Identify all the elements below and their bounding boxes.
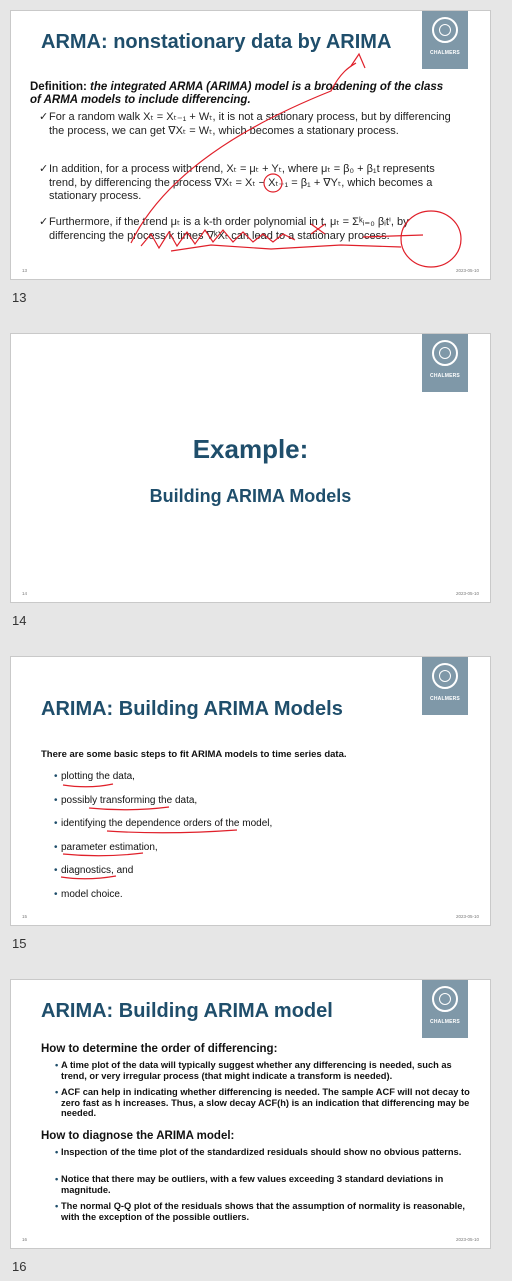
chalmers-logo: CHALMERS — [422, 11, 468, 69]
definition-body: the integrated ARMA (ARIMA) model is a b… — [30, 81, 444, 106]
bullet-dot-icon: • — [55, 1147, 59, 1157]
chalmers-seal-icon — [432, 986, 458, 1012]
slide-number-label: 14 — [12, 613, 27, 628]
bullet-text: Notice that there may be outliers, with … — [61, 1174, 444, 1195]
bullet-item: • Inspection of the time plot of the sta… — [55, 1147, 471, 1158]
bullet-dot-icon: • — [54, 865, 58, 876]
bullet-text: For a random walk Xₜ = Xₜ₋₁ + Wₜ, it is … — [49, 111, 451, 137]
bullet-dot-icon: • — [55, 1060, 59, 1070]
list-item: • model choice. — [54, 888, 272, 913]
bullet-item: • A time plot of the data will typically… — [55, 1060, 471, 1081]
slide-number-label: 13 — [12, 290, 27, 305]
bullet-item: ✓ For a random walk Xₜ = Xₜ₋₁ + Wₜ, it i… — [39, 111, 459, 138]
bullet-text: Furthermore, if the trend μₜ is a k-th o… — [49, 216, 409, 242]
step-text: model choice. — [61, 888, 123, 900]
definition-text: Definition: the integrated ARMA (ARIMA) … — [30, 81, 450, 107]
slide-thumbnail-14[interactable]: CHALMERS Example: Building ARIMA Models … — [10, 333, 491, 603]
slide-title: ARMA: nonstationary data by ARIMA — [41, 31, 392, 53]
definition-lead: Definition: — [30, 81, 87, 93]
step-text: possibly transforming the data, — [61, 794, 198, 806]
logo-text: CHALMERS — [430, 696, 460, 702]
slide-footer-date: 2023-05-10 — [455, 268, 479, 273]
list-item: • identifying the dependence orders of th… — [54, 818, 273, 842]
slide-footer-number: 16 — [22, 1237, 28, 1242]
list-item: • diagnostics, and — [54, 865, 272, 889]
slide-footer-date: 2023-05-10 — [455, 1237, 479, 1242]
slide-footer-date: 2023-05-10 — [455, 591, 479, 596]
slide-footer-number: 14 — [22, 591, 28, 596]
bullet-dot-icon: • — [54, 841, 58, 853]
bullet-item: • ACF can help in indicating whether dif… — [55, 1087, 471, 1119]
list-item: • parameter estimation, — [54, 841, 272, 866]
bullet-dot-icon: • — [54, 888, 58, 900]
slide-number-label: 15 — [12, 936, 27, 951]
bullet-text: In addition, for a process with trend, X… — [49, 163, 435, 202]
step-text: parameter estimation, — [61, 841, 158, 853]
slide-thumbnail-16[interactable]: CHALMERS ARIMA: Building ARIMA model How… — [10, 979, 491, 1249]
chalmers-seal-icon — [432, 17, 458, 43]
list-item: • plotting the data, — [54, 771, 272, 795]
slide-thumbnail-13[interactable]: CHALMERS ARMA: nonstationary data by ARI… — [10, 10, 491, 280]
bullet-dot-icon: • — [55, 1201, 59, 1211]
section-heading: How to diagnose the ARIMA model: — [41, 1130, 235, 1142]
check-icon: ✓ — [39, 163, 49, 175]
chalmers-logo: CHALMERS — [422, 980, 468, 1038]
bullet-item: ✓ Furthermore, if the trend μₜ is a k-th… — [39, 216, 459, 243]
steps-list: • plotting the data, • possibly transformi… — [54, 771, 273, 913]
bullet-dot-icon: • — [54, 794, 58, 806]
section-subtitle: Building ARIMA Models — [149, 486, 352, 506]
check-icon: ✓ — [39, 216, 49, 228]
slide-thumbnail-15[interactable]: CHALMERS ARIMA: Building ARIMA Models Th… — [10, 656, 491, 926]
slide-title: ARIMA: Building ARIMA model — [41, 1000, 333, 1022]
chalmers-seal-icon — [432, 340, 458, 366]
logo-text: CHALMERS — [430, 50, 460, 56]
slide-footer-number: 13 — [22, 268, 28, 273]
bullet-text: ACF can help in indicating whether diffe… — [61, 1087, 470, 1119]
bullet-item: ✓ In addition, for a process with trend,… — [39, 163, 459, 204]
check-icon: ✓ — [39, 111, 49, 123]
bullet-text: Inspection of the time plot of the stand… — [61, 1147, 462, 1157]
bullet-text: The normal Q-Q plot of the residuals sho… — [61, 1201, 465, 1222]
logo-text: CHALMERS — [430, 373, 460, 379]
section-title: Example: — [192, 434, 309, 464]
slide-footer-date: 2023-05-10 — [455, 914, 479, 919]
step-text: plotting the data, — [61, 771, 135, 782]
bullet-dot-icon: • — [55, 1174, 59, 1184]
bullet-text: A time plot of the data will typically s… — [61, 1060, 452, 1081]
bullet-dot-icon: • — [55, 1087, 59, 1097]
step-text: diagnostics, and — [61, 865, 134, 876]
list-item: • possibly transforming the data, — [54, 794, 272, 819]
logo-text: CHALMERS — [430, 1019, 460, 1025]
chalmers-seal-icon — [432, 663, 458, 689]
chalmers-logo: CHALMERS — [422, 657, 468, 715]
chalmers-logo: CHALMERS — [422, 334, 468, 392]
step-text: identifying the dependence orders of the… — [61, 818, 273, 829]
slide-title: ARIMA: Building ARIMA Models — [41, 698, 343, 720]
bullet-dot-icon: • — [54, 818, 58, 829]
bullet-item: • The normal Q-Q plot of the residuals s… — [55, 1201, 471, 1222]
slide-footer-number: 15 — [22, 914, 28, 919]
intro-text: There are some basic steps to fit ARIMA … — [41, 749, 347, 760]
bullet-dot-icon: • — [54, 771, 58, 782]
section-heading: How to determine the order of differenci… — [41, 1043, 278, 1055]
bullet-item: • Notice that there may be outliers, wit… — [55, 1174, 471, 1195]
slide-number-label: 16 — [12, 1259, 27, 1274]
